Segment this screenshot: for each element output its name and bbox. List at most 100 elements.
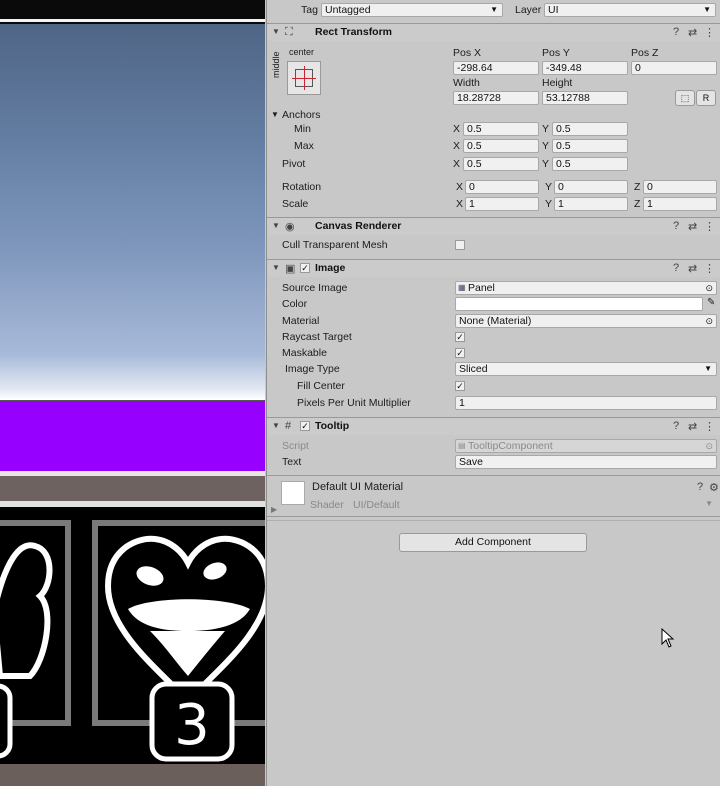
fill-center-checkbox[interactable]: ✓ — [455, 381, 465, 391]
badge-left — [0, 683, 13, 759]
rect-transform-header[interactable]: ▼ ⛶ Rect Transform ? ⇄ ⋮ — [267, 23, 720, 41]
maskable-checkbox[interactable]: ✓ — [455, 348, 465, 358]
width-label: Width — [453, 77, 480, 89]
material-preview-swatch — [281, 481, 305, 505]
anchor-max-x-field[interactable]: 0.5 — [463, 139, 539, 153]
color-field[interactable] — [455, 297, 703, 311]
blueprint-icon: ⬚ — [680, 93, 690, 103]
anchor-preset-side-label: middle — [271, 51, 281, 78]
help-icon[interactable]: ? — [673, 220, 679, 232]
add-component-button[interactable]: Add Component — [399, 533, 587, 552]
object-picker-icon[interactable]: ⊙ — [705, 282, 713, 294]
anchors-label: Anchors — [282, 109, 321, 121]
scene-top-line — [0, 19, 265, 22]
object-picker-icon[interactable]: ⊙ — [705, 315, 713, 327]
anchor-min-y-field[interactable]: 0.5 — [552, 122, 628, 136]
cull-transparent-mesh-label: Cull Transparent Mesh — [282, 239, 388, 251]
tooltip-header[interactable]: ▼ # ✓ Tooltip ? ⇄ ⋮ — [267, 417, 720, 435]
rotation-z-field[interactable]: 0 — [643, 180, 717, 194]
source-image-label: Source Image — [282, 282, 348, 294]
canvas-renderer-header[interactable]: ▼ ◉ Canvas Renderer ? ⇄ ⋮ — [267, 217, 720, 235]
rotation-x-field[interactable]: 0 — [465, 180, 539, 194]
help-icon[interactable]: ? — [697, 481, 703, 493]
pos-z-field[interactable]: 0 — [631, 61, 717, 75]
foldout-arrow-icon[interactable]: ▼ — [272, 263, 280, 272]
scene-view[interactable]: 3 — [0, 0, 265, 786]
fill-center-label: Fill Center — [297, 380, 345, 392]
help-icon[interactable]: ? — [673, 262, 679, 274]
axis-x-label: X — [453, 140, 461, 152]
image-header[interactable]: ▼ ▣ ✓ Image ? ⇄ ⋮ — [267, 259, 720, 277]
purple-band — [0, 401, 265, 471]
tooltip-text-field[interactable]: Save — [455, 455, 717, 469]
axis-x-label: X — [453, 158, 461, 170]
settings-gear-icon[interactable]: ⚙ — [709, 481, 719, 494]
image-type-dropdown[interactable]: Sliced ▼ — [455, 362, 717, 376]
rect-transform-icon: ⛶ — [285, 26, 293, 38]
raycast-target-checkbox[interactable]: ✓ — [455, 332, 465, 342]
presets-icon[interactable]: ⇄ — [688, 220, 697, 233]
scale-y-field[interactable]: 1 — [554, 197, 628, 211]
context-menu-icon[interactable]: ⋮ — [704, 420, 715, 433]
object-picker-icon: ⊙ — [705, 441, 713, 451]
blueprint-mode-button[interactable]: ⬚ — [675, 90, 695, 106]
pivot-label: Pivot — [282, 158, 306, 170]
rotation-label: Rotation — [282, 181, 322, 193]
scene-sky — [0, 24, 265, 400]
tag-label: Tag — [301, 4, 318, 16]
anchor-min-x-field[interactable]: 0.5 — [463, 122, 539, 136]
help-icon[interactable]: ? — [673, 420, 679, 432]
axis-x-label: X — [456, 198, 464, 210]
axis-y-label: Y — [545, 181, 553, 193]
raw-edit-button[interactable]: R — [696, 90, 716, 106]
context-menu-icon[interactable]: ⋮ — [704, 26, 715, 39]
foldout-arrow-icon[interactable]: ▼ — [272, 221, 280, 230]
anchors-foldout-icon[interactable]: ▼ — [271, 110, 279, 119]
anchor-min-label: Min — [294, 123, 311, 135]
inspector-panel: Tag Untagged ▼ Layer UI ▼ ▼ ⛶ Rect Transfo… — [266, 0, 720, 786]
material-field[interactable]: None (Material) ⊙ — [455, 314, 717, 328]
help-icon[interactable]: ? — [673, 26, 679, 38]
presets-icon[interactable]: ⇄ — [688, 26, 697, 39]
source-image-field[interactable]: ▦ Panel ⊙ — [455, 281, 717, 295]
context-menu-icon[interactable]: ⋮ — [704, 220, 715, 233]
cull-transparent-mesh-checkbox[interactable] — [455, 240, 465, 250]
anchor-preset-button[interactable] — [287, 61, 321, 95]
foldout-arrow-icon[interactable]: ▼ — [272, 421, 280, 430]
pixels-per-unit-field[interactable]: 1 — [455, 396, 717, 410]
rect-transform-title: Rect Transform — [315, 26, 393, 38]
tag-dropdown[interactable]: Untagged ▼ — [321, 3, 503, 17]
presets-icon[interactable]: ⇄ — [688, 262, 697, 275]
level-number: 3 — [174, 693, 210, 758]
scale-x-field[interactable]: 1 — [465, 197, 539, 211]
width-field[interactable]: 18.28728 — [453, 91, 539, 105]
pivot-x-field[interactable]: 0.5 — [463, 157, 539, 171]
anchor-preset-hline — [292, 78, 316, 79]
text-label: Text — [282, 456, 302, 468]
scale-z-field[interactable]: 1 — [643, 197, 717, 211]
pos-y-field[interactable]: -349.48 — [542, 61, 628, 75]
script-field: ▤ TooltipComponent ⊙ — [455, 439, 717, 453]
shader-value: UI/Default — [353, 499, 400, 511]
pos-x-field[interactable]: -298.64 — [453, 61, 539, 75]
foldout-arrow-icon[interactable]: ▼ — [272, 27, 280, 36]
layer-dropdown[interactable]: UI ▼ — [544, 3, 716, 17]
shader-dropdown[interactable]: UI/Default ▼ — [353, 499, 717, 512]
scale-label: Scale — [282, 198, 309, 210]
presets-icon[interactable]: ⇄ — [688, 420, 697, 433]
pixels-per-unit-label: Pixels Per Unit Multiplier — [297, 397, 411, 409]
pos-y-label: Pos Y — [542, 47, 570, 59]
bottom-divider — [267, 516, 720, 517]
anchor-max-y-field[interactable]: 0.5 — [552, 139, 628, 153]
image-enabled-checkbox[interactable]: ✓ — [300, 263, 310, 273]
pivot-y-field[interactable]: 0.5 — [552, 157, 628, 171]
tooltip-enabled-checkbox[interactable]: ✓ — [300, 421, 310, 431]
image-title: Image — [315, 262, 346, 274]
script-label: Script — [282, 440, 309, 452]
foldout-arrow-icon[interactable]: ▶ — [271, 505, 277, 514]
context-menu-icon[interactable]: ⋮ — [704, 262, 715, 275]
raycast-target-label: Raycast Target — [282, 331, 352, 343]
eyedropper-icon[interactable]: ✎ — [707, 297, 715, 308]
height-field[interactable]: 53.12788 — [542, 91, 628, 105]
rotation-y-field[interactable]: 0 — [554, 180, 628, 194]
